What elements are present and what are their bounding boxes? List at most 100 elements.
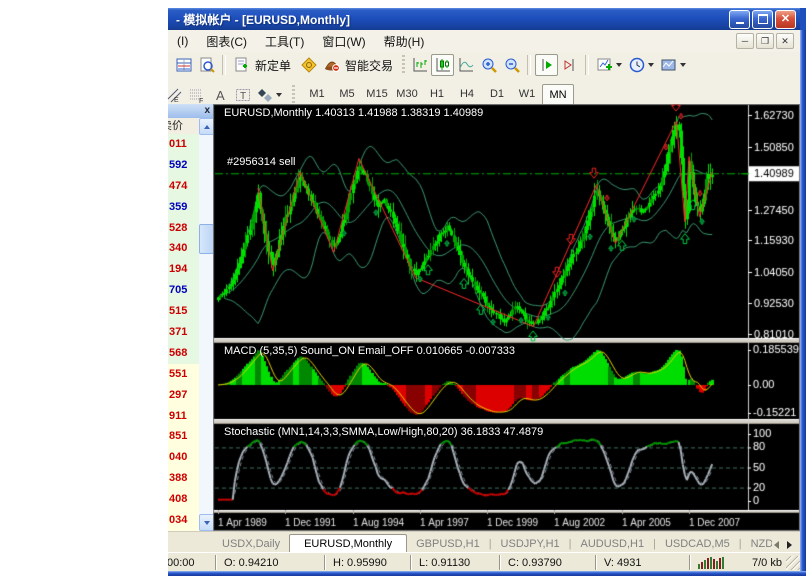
tab-eurusd-monthly[interactable]: EURUSD,Monthly [289,534,408,553]
menu-item-h[interactable]: 帮助(H) [375,30,434,52]
status-bar: 00:00 O: 0.94210 H: 0.95990 L: 0.91130 C… [168,552,800,572]
child-restore-button[interactable]: ❐ [756,33,774,49]
market-watch-row[interactable]: 528 [168,217,199,239]
child-close-button[interactable]: ✕ [776,33,794,49]
fibonacci-tool-button[interactable]: F [185,84,208,106]
market-watch-row[interactable]: 515 [168,301,199,323]
expert-advisors-icon [324,61,340,72]
market-watch-button[interactable] [172,54,195,76]
market-watch-row[interactable]: 340 [168,238,199,260]
menu-item-i[interactable]: (I) [168,30,197,52]
market-watch-row[interactable]: 474 [168,175,199,197]
market-watch-row[interactable]: 408 [168,489,199,511]
market-watch-row[interactable]: 551 [168,363,199,385]
scroll-down-icon[interactable] [199,514,213,531]
periods-dropdown-arrow [647,63,654,67]
expert-advisors-label[interactable]: 智能交易 [343,57,399,74]
templates-button[interactable] [657,54,689,76]
status-open: O: 0.94210 [215,555,324,570]
zoom-out-button[interactable] [500,54,523,76]
scrollbar-thumb[interactable] [199,224,213,254]
market-watch-row[interactable]: 911 [168,405,199,427]
candlesticks-icon [436,58,450,72]
bar-chart-button[interactable] [408,54,431,76]
market-watch-scrollbar[interactable] [199,118,213,531]
tab-nzdusd-i[interactable]: NZDUSD,I [742,535,772,553]
data-window-button[interactable] [195,54,218,76]
window-bottom-border [168,571,806,576]
maximize-button[interactable] [752,9,773,29]
chart-canvas[interactable] [213,104,800,531]
market-watch-row[interactable]: 034 [168,510,199,531]
metaeditor-button[interactable] [297,54,320,76]
timeframe-button-h4[interactable]: H4 [452,84,482,104]
market-watch-row[interactable]: 359 [168,196,199,218]
zoom-out-icon [505,58,520,73]
minimize-button[interactable] [729,9,750,29]
timeframe-button-w1[interactable]: W1 [512,84,542,104]
status-time: 00:00 [168,556,195,569]
tabs-scroll-right-icon[interactable] [787,541,792,549]
menu-item-w[interactable]: 窗口(W) [313,30,374,52]
resize-grip[interactable] [786,556,800,570]
standard-toolbar: 新定单 智能交易 [168,52,800,79]
menu-item-c[interactable]: 图表(C) [197,30,256,52]
market-watch-row[interactable]: 371 [168,322,199,343]
indicators-button[interactable] [593,54,625,76]
scroll-up-icon[interactable] [199,118,213,135]
candlesticks-button[interactable] [431,54,455,76]
window-title: - 模拟帐户 - [EURUSD,Monthly] [176,12,350,27]
timeframe-button-h1[interactable]: H1 [422,84,452,104]
tab-audusd-h1[interactable]: AUDUSD,H1 [572,535,654,553]
child-minimize-button[interactable]: ─ [736,33,754,49]
expert-advisors-button[interactable] [320,54,343,76]
new-order-label[interactable]: 新定单 [253,57,297,74]
line-chart-icon [459,58,473,72]
market-watch-row[interactable]: 388 [168,468,199,490]
text-label-tool-button[interactable]: T [231,84,254,106]
new-order-button[interactable] [230,54,253,76]
market-watch-row[interactable]: 011 [168,134,199,155]
svg-text:F: F [199,98,203,103]
market-watch-row[interactable]: 851 [168,426,199,448]
arrows-tool-button[interactable] [254,84,284,106]
chart-shift-button[interactable] [558,54,581,76]
tab-usdx-daily[interactable]: USDX,Daily [213,535,289,553]
zoom-in-button[interactable] [477,54,500,76]
title-bar[interactable]: - 模拟帐户 - [EURUSD,Monthly] ✕ [168,8,800,30]
market-watch-row[interactable]: 297 [168,384,199,406]
menu-items: (I) 图表(C) 工具(T) 窗口(W) 帮助(H) [168,30,433,52]
timeframe-button-d1[interactable]: D1 [482,84,512,104]
market-watch-close-icon[interactable]: x [204,106,213,116]
text-icon: A [216,88,225,103]
menu-item-t[interactable]: 工具(T) [256,30,313,52]
network-traffic-icon [698,556,724,569]
market-watch-rows: 011 592 474 359 528 340 194 705 515 371 568 551 297 9… [168,134,199,531]
timeframe-button-mn[interactable]: MN [542,83,574,106]
timeframe-button-m5[interactable]: M5 [332,84,362,104]
text-tool-button[interactable]: A [208,84,231,106]
auto-scroll-button[interactable] [535,54,559,76]
market-watch-row[interactable]: 705 [168,280,199,302]
svg-text:A: A [216,88,225,103]
line-chart-button[interactable] [454,54,477,76]
market-watch-titlebar[interactable]: x [168,104,213,118]
tab-usdjpy-h1[interactable]: USDJPY,H1 [492,535,569,553]
tab-usdcad-m5[interactable]: USDCAD,M5 [656,535,739,553]
status-network: 7/0 kb [689,555,800,570]
new-order-icon [235,57,247,72]
market-watch-row[interactable]: 568 [168,342,199,364]
market-watch-row[interactable]: 194 [168,259,199,281]
timeframe-button-m1[interactable]: M1 [302,84,332,104]
close-button[interactable]: ✕ [775,9,796,29]
status-volume: V: 4931 [595,555,689,570]
market-watch-row[interactable]: 040 [168,447,199,469]
timeframe-button-m30[interactable]: M30 [392,84,422,104]
market-watch-row[interactable]: 592 [168,154,199,176]
channel-tool-button[interactable]: E [162,84,185,106]
tab-gbpusd-h1[interactable]: GBPUSD,H1 [407,535,489,553]
timeframe-button-m15[interactable]: M15 [362,84,392,104]
channel-icon: E [167,88,181,103]
tabs-scroll-left-icon[interactable] [774,541,779,549]
periods-button[interactable] [625,54,657,76]
